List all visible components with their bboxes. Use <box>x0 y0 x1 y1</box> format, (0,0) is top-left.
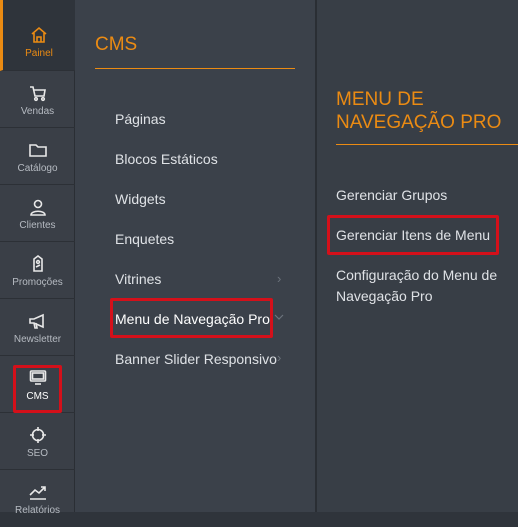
sidebar-item-seo[interactable]: SEO <box>0 414 75 470</box>
sidebar-item-label: SEO <box>26 448 49 459</box>
submenu-title-rule <box>336 144 518 145</box>
home-icon <box>3 24 75 46</box>
chevron-right-icon: › <box>277 271 282 286</box>
submenu-item-gerenciar-grupos[interactable]: Gerenciar Grupos <box>336 185 511 206</box>
cms-item-enquetes[interactable]: Enquetes <box>115 231 174 247</box>
sidebar-item-label: Relatórios <box>14 505 61 516</box>
sidebar-item-catalogo[interactable]: Catálogo <box>0 129 75 185</box>
submenu-panel: MENU DE NAVEGAÇÃO PRO Gerenciar Grupos G… <box>317 0 518 512</box>
crosshair-icon <box>0 424 75 446</box>
cms-menu-panel: CMS Páginas Blocos Estáticos Widgets Enq… <box>75 0 315 512</box>
sidebar-item-label: Painel <box>25 48 53 59</box>
menu-navegacao-highlight <box>110 298 273 338</box>
cms-item-banner-slider[interactable]: Banner Slider Responsivo <box>115 351 277 367</box>
sidebar-item-promocoes[interactable]: Promoções <box>0 243 75 299</box>
cart-icon <box>0 82 75 104</box>
sidebar-item-label: Vendas <box>20 106 55 117</box>
submenu-title: MENU DE NAVEGAÇÃO PRO <box>336 89 502 133</box>
chart-icon <box>0 481 75 503</box>
sidebar-item-painel[interactable]: Painel <box>0 0 75 71</box>
sidebar-item-vendas[interactable]: Vendas <box>0 72 75 128</box>
admin-sidebar: Painel Vendas Catálogo Clientes Promoçõe… <box>0 0 75 516</box>
megaphone-icon <box>0 310 75 332</box>
cms-panel-title: CMS <box>95 34 138 55</box>
tag-icon <box>0 253 75 275</box>
sidebar-item-newsletter[interactable]: Newsletter <box>0 300 75 356</box>
cms-sidebar-highlight <box>13 365 62 413</box>
gerenciar-itens-highlight <box>327 215 499 255</box>
cms-item-vitrines[interactable]: Vitrines <box>115 271 161 287</box>
cms-item-paginas[interactable]: Páginas <box>115 111 166 127</box>
sidebar-item-label: Clientes <box>19 220 56 231</box>
cms-item-blocos-estaticos[interactable]: Blocos Estáticos <box>115 151 218 167</box>
sidebar-item-clientes[interactable]: Clientes <box>0 186 75 242</box>
chevron-down-icon <box>274 310 284 325</box>
sidebar-item-label: Newsletter <box>13 334 62 345</box>
folder-icon <box>0 139 75 161</box>
sidebar-item-relatorios[interactable]: Relatórios <box>0 471 75 527</box>
sidebar-item-label: Catálogo <box>17 163 58 174</box>
submenu-item-configuracao[interactable]: Configuração do Menu de Navegação Pro <box>336 265 511 307</box>
cms-item-widgets[interactable]: Widgets <box>115 191 166 207</box>
person-icon <box>0 196 75 218</box>
sidebar-item-label: Promoções <box>12 277 63 288</box>
cms-title-rule <box>95 68 295 69</box>
chevron-right-icon: › <box>277 350 282 365</box>
